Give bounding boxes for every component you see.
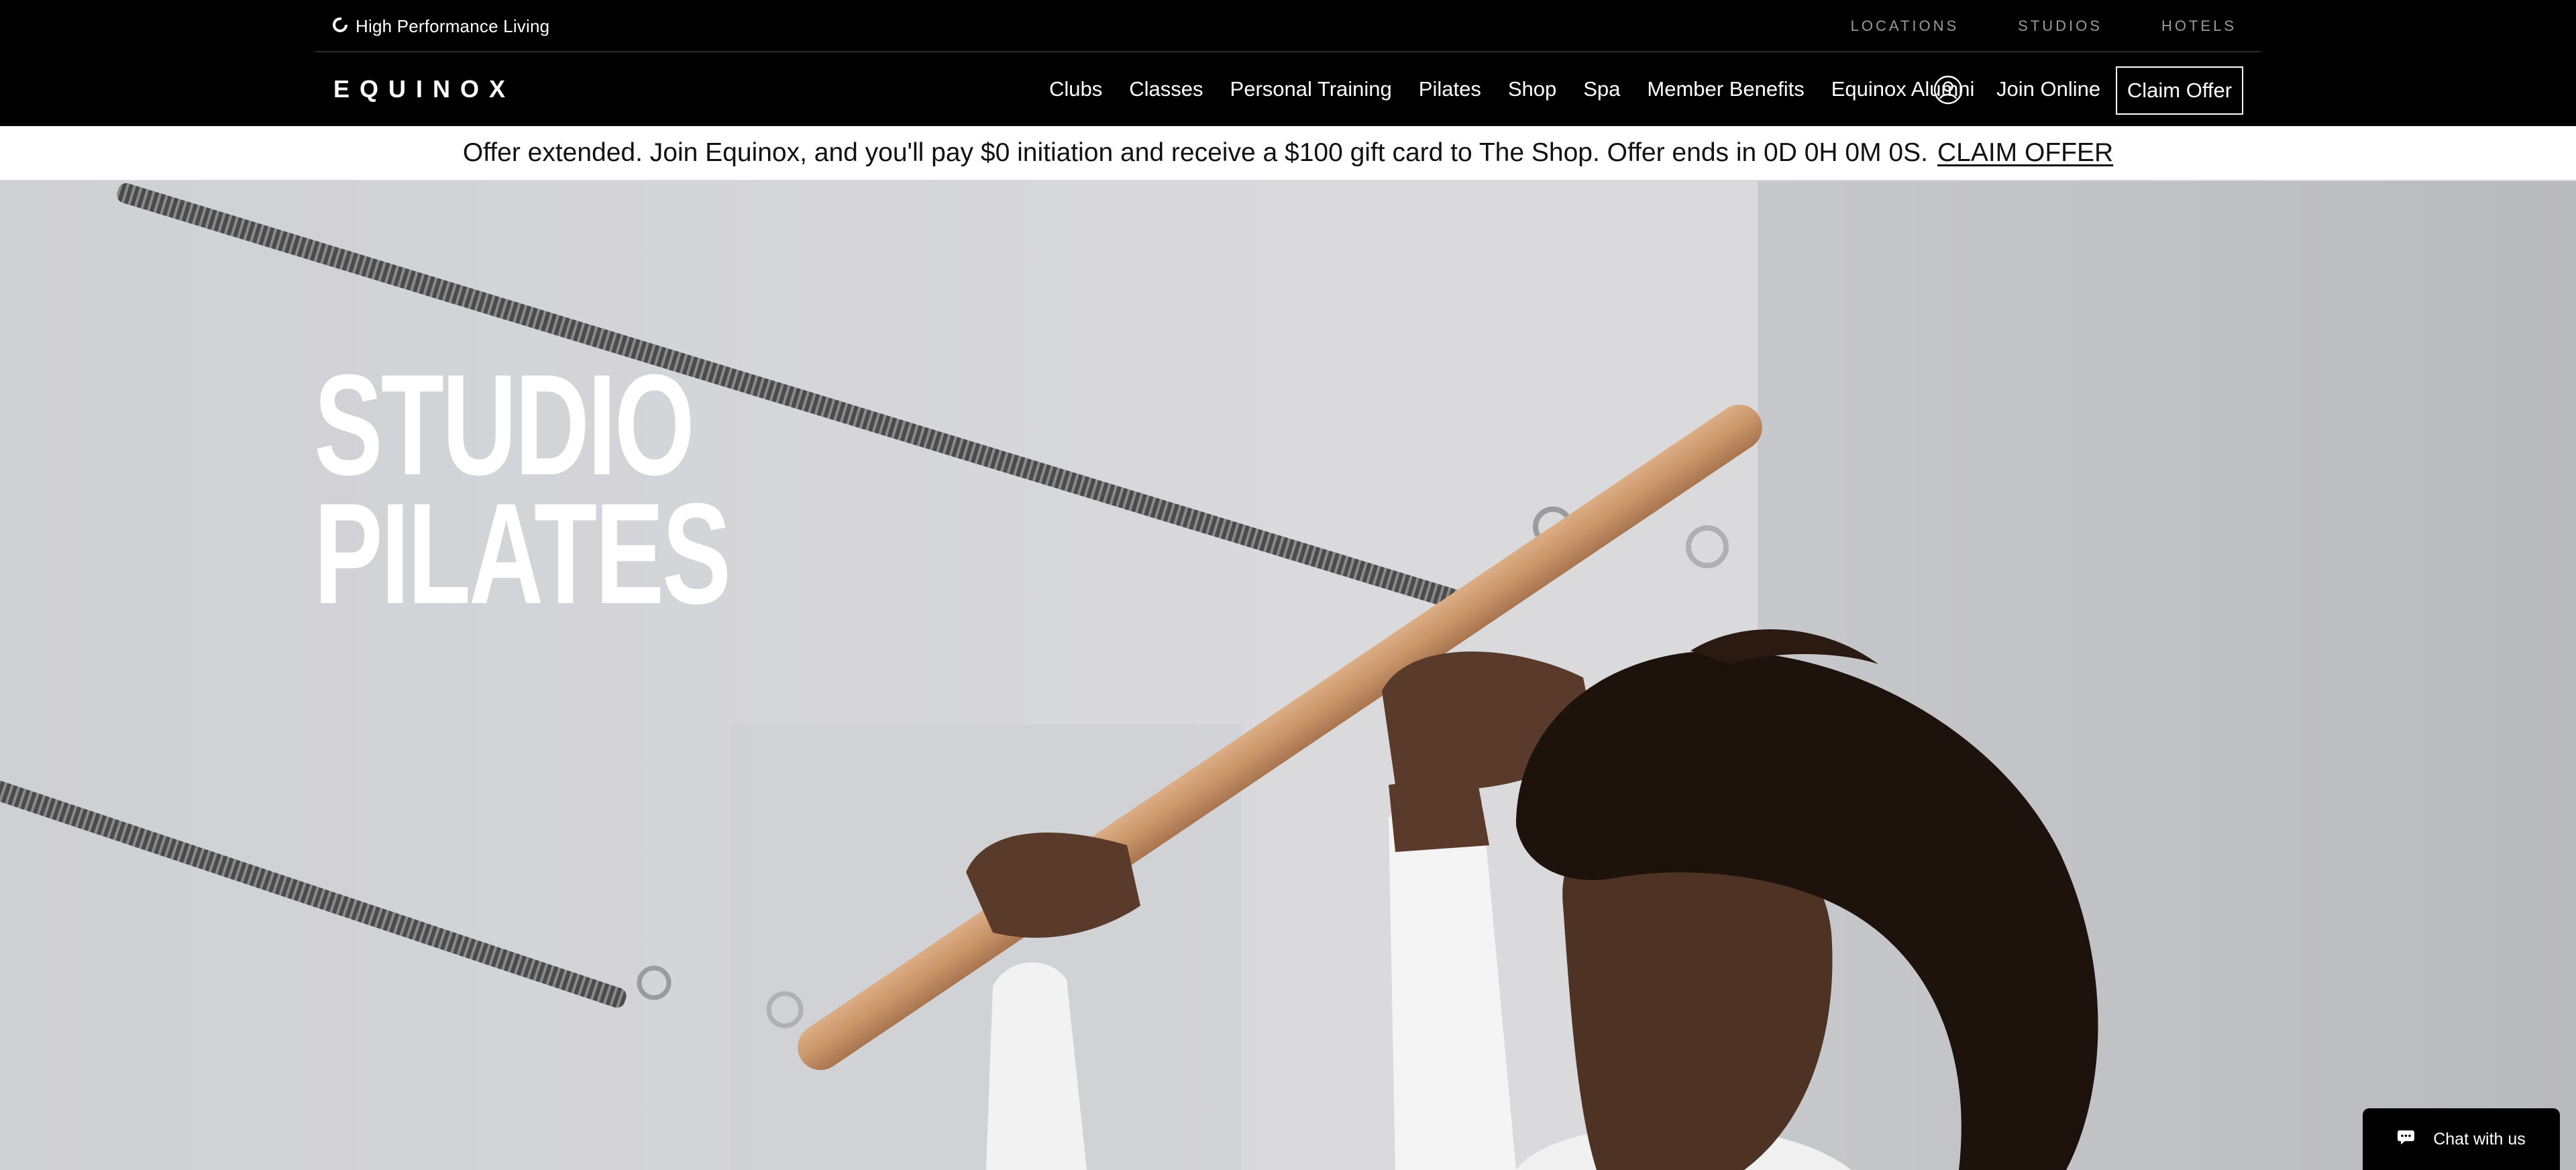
offer-banner: Offer extended. Join Equinox, and you'll… <box>0 126 2576 181</box>
nav-personal-training[interactable]: Personal Training <box>1230 77 1392 101</box>
hotels-link[interactable]: HOTELS <box>2161 17 2237 35</box>
locations-link[interactable]: LOCATIONS <box>1851 17 1960 35</box>
hero-title: STUDIO PILATES <box>314 345 731 634</box>
chat-label: Chat with us <box>2433 1129 2526 1149</box>
chat-widget-button[interactable]: Chat with us <box>2363 1108 2560 1170</box>
claim-offer-link[interactable]: CLAIM OFFER <box>1937 138 2113 168</box>
claim-offer-button[interactable]: Claim Offer <box>2116 66 2243 115</box>
utility-links: LOCATIONS STUDIOS HOTELS <box>1851 0 2237 52</box>
chat-bubble-icon <box>2397 1128 2418 1151</box>
nav-classes[interactable]: Classes <box>1129 77 1203 101</box>
equinox-logo[interactable]: EQUINOX <box>333 75 516 103</box>
utility-bar-inner: High Performance Living LOCATIONS STUDIO… <box>315 0 2261 52</box>
hero-section: STUDIO PILATES <box>0 181 2576 1170</box>
user-circle-icon[interactable] <box>1933 74 1964 105</box>
utility-bar: High Performance Living LOCATIONS STUDIO… <box>0 0 2576 52</box>
nav-shop[interactable]: Shop <box>1508 77 1556 101</box>
high-performance-living-link[interactable]: High Performance Living <box>331 0 549 52</box>
nav-clubs[interactable]: Clubs <box>1049 77 1102 101</box>
primary-nav: Clubs Classes Personal Training Pilates … <box>1049 52 1974 126</box>
hero-image <box>0 181 2576 1170</box>
offer-text: Offer extended. Join Equinox, and you'll… <box>462 138 1928 167</box>
nav-member-benefits[interactable]: Member Benefits <box>1647 77 1804 101</box>
nav-spa[interactable]: Spa <box>1583 77 1620 101</box>
studios-link[interactable]: STUDIOS <box>2018 17 2102 35</box>
join-online-link[interactable]: Join Online <box>1996 52 2100 126</box>
nav-pilates[interactable]: Pilates <box>1419 77 1481 101</box>
hero-title-line-2: PILATES <box>314 474 731 634</box>
hero-title-line-1: STUDIO <box>314 345 695 505</box>
tagline: High Performance Living <box>356 15 550 36</box>
logo-text: EQUINOX <box>333 75 516 103</box>
equinox-mark-icon <box>331 16 349 37</box>
main-nav: EQUINOX Clubs Classes Personal Training … <box>0 52 2576 126</box>
